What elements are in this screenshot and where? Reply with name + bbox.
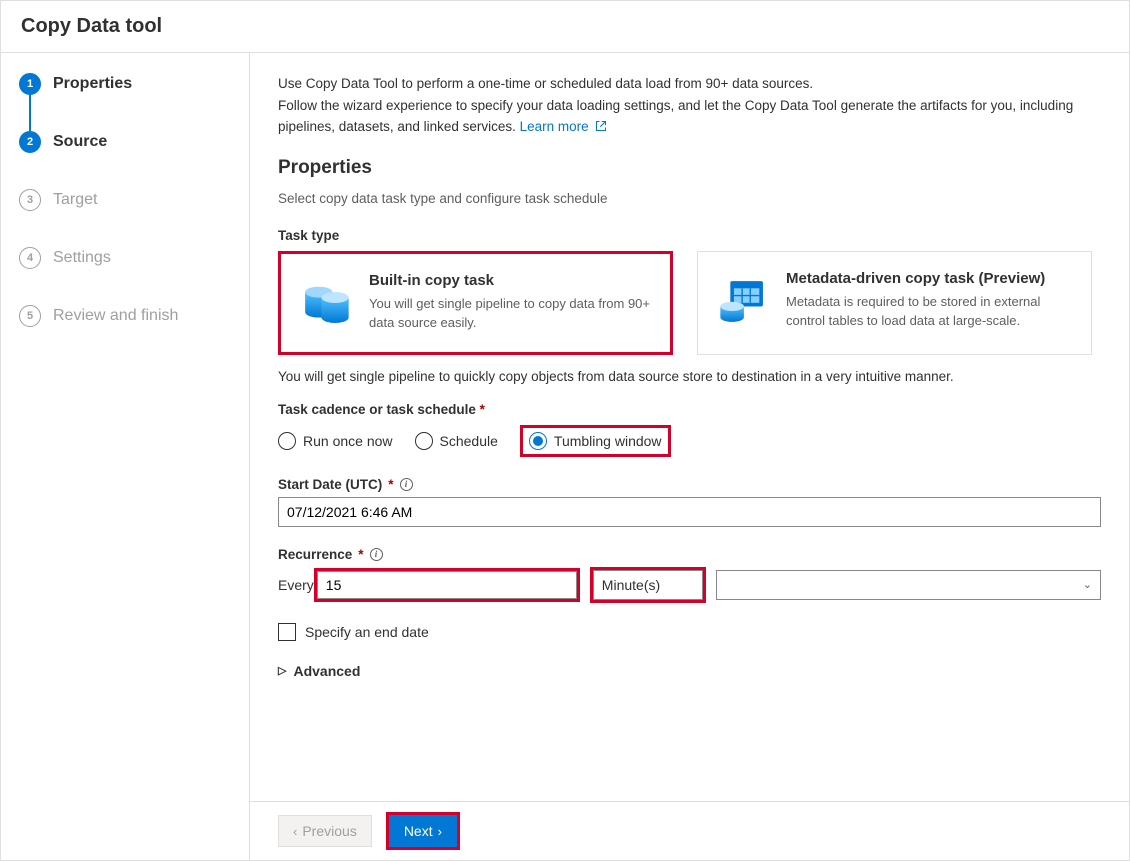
radio-label: Schedule [440, 433, 498, 449]
radio-icon [278, 432, 296, 450]
wizard-sidebar: 1 Properties 2 Source 3 Target 4 Setting… [1, 53, 250, 860]
step-connector [29, 95, 31, 131]
radio-run-once[interactable]: Run once now [278, 432, 393, 450]
card-desc: Metadata is required to be stored in ext… [786, 293, 1073, 331]
step-settings[interactable]: 4 Settings [19, 247, 249, 269]
recurrence-value-input[interactable] [317, 571, 577, 599]
highlight-box: Minute(s) [590, 567, 706, 603]
step-number: 4 [19, 247, 41, 269]
card-title: Metadata-driven copy task (Preview) [786, 270, 1073, 287]
card-title: Built-in copy task [369, 272, 652, 289]
recurrence-unit-select[interactable]: ⌄ [716, 570, 1101, 600]
recurrence-field: Recurrence * i Every Minute(s) [278, 547, 1101, 603]
step-label: Settings [53, 249, 111, 267]
card-desc: You will get single pipeline to copy dat… [369, 295, 652, 333]
external-link-icon [595, 117, 607, 139]
step-number: 3 [19, 189, 41, 211]
radio-schedule[interactable]: Schedule [415, 432, 498, 450]
radio-label: Run once now [303, 433, 393, 449]
properties-subtitle: Select copy data task type and configure… [278, 191, 1101, 206]
intro-line1: Use Copy Data Tool to perform a one-time… [278, 76, 813, 91]
cadence-label: Task cadence or task schedule * [278, 402, 1101, 417]
step-label: Target [53, 191, 97, 209]
advanced-label: Advanced [293, 663, 360, 679]
task-type-label: Task type [278, 228, 1101, 243]
card-metadata-copy-task[interactable]: Metadata-driven copy task (Preview) Meta… [697, 251, 1092, 355]
next-button[interactable]: Next › [389, 815, 457, 847]
wizard-footer: ‹ Previous Next › [250, 801, 1129, 860]
step-review[interactable]: 5 Review and finish [19, 305, 249, 327]
radio-tumbling-window[interactable]: Tumbling window [529, 432, 662, 450]
database-icon [295, 272, 357, 334]
intro-line2: Follow the wizard experience to specify … [278, 98, 1073, 135]
step-number: 5 [19, 305, 41, 327]
advanced-toggle[interactable]: ▷ Advanced [278, 663, 1101, 679]
table-database-icon [712, 270, 774, 332]
task-type-cards: Built-in copy task You will get single p… [278, 251, 1101, 355]
step-label: Source [53, 133, 107, 151]
content: Use Copy Data Tool to perform a one-time… [250, 53, 1129, 801]
recurrence-unit-display[interactable]: Minute(s) [593, 570, 703, 600]
main-panel: Use Copy Data Tool to perform a one-time… [250, 53, 1129, 860]
chevron-right-icon: › [438, 824, 442, 839]
previous-button[interactable]: ‹ Previous [278, 815, 372, 847]
radio-icon [415, 432, 433, 450]
highlight-box [314, 568, 580, 602]
radio-label: Tumbling window [554, 433, 662, 449]
triangle-right-icon: ▷ [278, 664, 286, 677]
step-label: Properties [53, 75, 132, 93]
radio-icon [529, 432, 547, 450]
end-date-checkbox[interactable] [278, 623, 296, 641]
cadence-radio-group: Run once now Schedule Tumbling window [278, 425, 1101, 457]
card-builtin-copy-task[interactable]: Built-in copy task You will get single p… [278, 251, 673, 355]
task-note: You will get single pipeline to quickly … [278, 369, 1101, 384]
chevron-left-icon: ‹ [293, 824, 297, 839]
intro-text: Use Copy Data Tool to perform a one-time… [278, 73, 1101, 139]
highlight-box: Next › [386, 812, 460, 850]
body: 1 Properties 2 Source 3 Target 4 Setting… [1, 53, 1129, 860]
end-date-label: Specify an end date [305, 624, 429, 640]
step-source[interactable]: 2 Source [19, 131, 249, 153]
step-number: 2 [19, 131, 41, 153]
info-icon[interactable]: i [400, 478, 413, 491]
highlight-box: Tumbling window [520, 425, 671, 457]
learn-more-link[interactable]: Learn more [520, 119, 608, 134]
start-date-field: Start Date (UTC) * i [278, 477, 1101, 527]
properties-heading: Properties [278, 157, 1101, 179]
step-label: Review and finish [53, 307, 178, 325]
chevron-down-icon: ⌄ [1083, 578, 1092, 591]
step-properties[interactable]: 1 Properties [19, 73, 249, 95]
page-title: Copy Data tool [1, 1, 1129, 53]
start-date-input[interactable] [278, 497, 1101, 527]
app-window: Copy Data tool 1 Properties 2 Source 3 T… [0, 0, 1130, 861]
info-icon[interactable]: i [370, 548, 383, 561]
recurrence-prefix: Every [278, 577, 314, 593]
start-date-label: Start Date (UTC) [278, 477, 382, 492]
step-number: 1 [19, 73, 41, 95]
step-target[interactable]: 3 Target [19, 189, 249, 211]
recurrence-label: Recurrence [278, 547, 352, 562]
end-date-row: Specify an end date [278, 623, 1101, 641]
